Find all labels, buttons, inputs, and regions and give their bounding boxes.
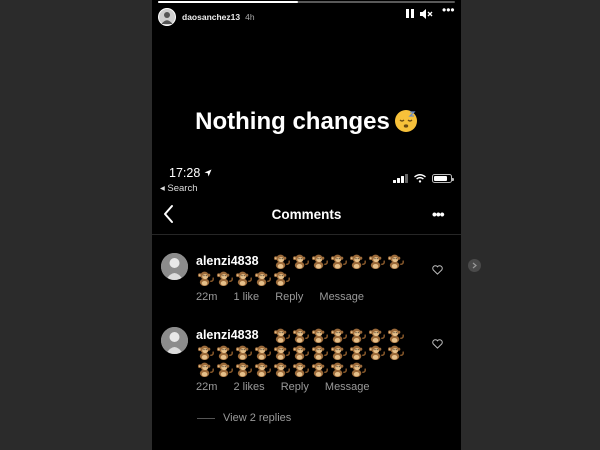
pause-icon[interactable] <box>406 9 414 18</box>
monkey-emoji-icon <box>291 327 310 344</box>
commenter-avatar <box>161 327 188 354</box>
monkey-emoji-icon <box>348 327 367 344</box>
view-replies-text: View 2 replies <box>223 412 292 424</box>
commenter-avatar <box>161 253 188 280</box>
monkey-emoji-icon <box>272 327 291 344</box>
monkey-emoji-icon <box>215 344 234 361</box>
sleeping-face-icon <box>394 110 417 132</box>
wifi-icon <box>413 174 426 183</box>
monkey-emoji-icon <box>234 270 253 287</box>
monkey-emoji-icon <box>272 270 291 287</box>
replies-line <box>197 417 215 419</box>
volume-muted-icon[interactable] <box>420 9 434 19</box>
monkey-emoji-icon <box>291 361 310 378</box>
monkey-emoji-icon <box>329 344 348 361</box>
monkey-emoji-icon <box>253 361 272 378</box>
monkey-emoji-icon <box>329 253 348 270</box>
status-time-text: 17:28 <box>169 166 201 180</box>
header-divider <box>152 234 461 235</box>
back-to-search-link: ◂ Search <box>160 183 198 194</box>
comment-emoji-text <box>196 327 416 378</box>
comment-meta: 22m 2 likes Reply Message <box>196 381 383 393</box>
comment-time: 22m <box>196 381 218 393</box>
monkey-emoji-icon <box>215 361 234 378</box>
monkey-emoji-icon <box>367 253 386 270</box>
comments-title: Comments <box>271 207 342 222</box>
story-avatar[interactable] <box>158 8 176 26</box>
comment-likes: 2 likes <box>233 381 265 393</box>
heart-icon <box>432 265 443 275</box>
caption-text: Nothing changes <box>195 108 390 135</box>
monkey-emoji-icon <box>272 253 291 270</box>
message-button: Message <box>319 291 365 303</box>
monkey-emoji-icon <box>291 253 310 270</box>
monkey-emoji-icon <box>253 270 272 287</box>
monkey-emoji-icon <box>196 344 215 361</box>
message-button: Message <box>324 381 370 393</box>
next-story-button[interactable] <box>468 259 481 272</box>
status-bar-icons <box>393 174 454 183</box>
story-viewer[interactable]: daosanchez13 4h ••• Nothing changes 17:2… <box>152 0 461 450</box>
comment-meta: 22m 1 like Reply Message <box>196 291 377 303</box>
monkey-emoji-icon <box>367 344 386 361</box>
monkey-emoji-icon <box>196 361 215 378</box>
story-progress-fill <box>158 1 298 3</box>
story-timestamp: 4h <box>245 12 255 22</box>
comment-likes: 1 like <box>233 291 260 303</box>
user-avatar-icon <box>161 327 188 354</box>
chevron-right-icon <box>472 262 477 269</box>
story-progress-bar <box>158 1 455 3</box>
reply-button: Reply <box>280 381 309 393</box>
monkey-emoji-icon <box>329 361 348 378</box>
monkey-emoji-icon <box>310 327 329 344</box>
heart-icon <box>432 339 443 349</box>
comment-emoji-text <box>196 253 416 287</box>
more-options-icon[interactable]: ••• <box>442 4 455 16</box>
comment-time: 22m <box>196 291 218 303</box>
monkey-emoji-icon <box>386 344 405 361</box>
monkey-emoji-icon <box>310 344 329 361</box>
location-arrow-icon <box>204 169 212 177</box>
monkey-emoji-icon <box>196 270 215 287</box>
monkey-emoji-icon <box>386 253 405 270</box>
comments-more-icon: ••• <box>432 206 445 222</box>
view-replies-link: View 2 replies <box>197 412 291 424</box>
battery-icon <box>431 174 454 183</box>
user-avatar-icon <box>161 253 188 280</box>
monkey-emoji-icon <box>272 361 291 378</box>
user-avatar-icon <box>161 12 173 24</box>
monkey-emoji-icon <box>348 344 367 361</box>
cellular-signal-icon <box>393 174 408 183</box>
status-bar-time: 17:28 <box>169 166 212 180</box>
monkey-emoji-icon <box>291 344 310 361</box>
monkey-emoji-icon <box>386 327 405 344</box>
monkey-emoji-icon <box>348 253 367 270</box>
monkey-emoji-icon <box>253 344 272 361</box>
monkey-emoji-icon <box>234 344 253 361</box>
story-caption: Nothing changes <box>152 108 461 136</box>
monkey-emoji-icon <box>329 327 348 344</box>
monkey-emoji-icon <box>272 344 291 361</box>
monkey-emoji-icon <box>215 270 234 287</box>
monkey-emoji-icon <box>348 361 367 378</box>
monkey-emoji-icon <box>367 327 386 344</box>
monkey-emoji-icon <box>310 253 329 270</box>
monkey-emoji-icon <box>234 361 253 378</box>
story-username[interactable]: daosanchez13 <box>182 12 240 22</box>
reply-button: Reply <box>275 291 304 303</box>
monkey-emoji-icon <box>310 361 329 378</box>
